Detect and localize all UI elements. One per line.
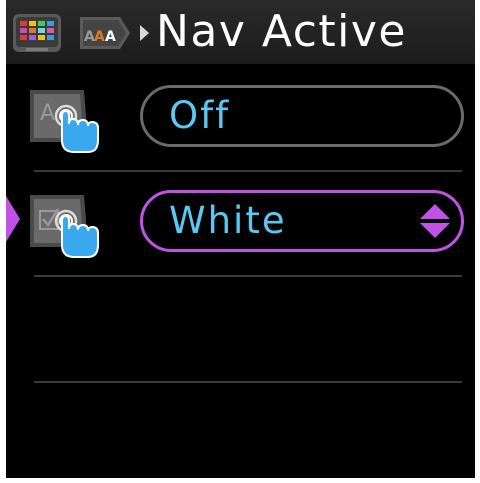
- up-down-arrows-icon[interactable]: [418, 202, 452, 240]
- nav-active-off-field[interactable]: Off: [140, 85, 464, 147]
- chevron-right-icon: [140, 25, 149, 41]
- nav-active-color-select[interactable]: White: [140, 190, 464, 252]
- selection-indicator-icon: [6, 196, 20, 242]
- divider: [34, 275, 462, 277]
- header-bar: A A A Nav Active: [6, 0, 475, 64]
- svg-text:A: A: [94, 29, 105, 45]
- divider: [34, 170, 462, 172]
- touch-setting-icon: A: [30, 90, 99, 153]
- field-value: Off: [169, 94, 231, 137]
- divider: [34, 381, 462, 383]
- text-size-icon[interactable]: A A A: [76, 13, 132, 53]
- page-title: Nav Active: [156, 6, 408, 57]
- field-value: White: [169, 199, 287, 242]
- touch-checkbox-icon: [30, 195, 99, 258]
- svg-text:A: A: [105, 29, 116, 45]
- screen: A A A Nav Active A Off White: [6, 0, 475, 478]
- svg-text:A: A: [40, 101, 55, 126]
- color-grid-icon[interactable]: [12, 13, 62, 53]
